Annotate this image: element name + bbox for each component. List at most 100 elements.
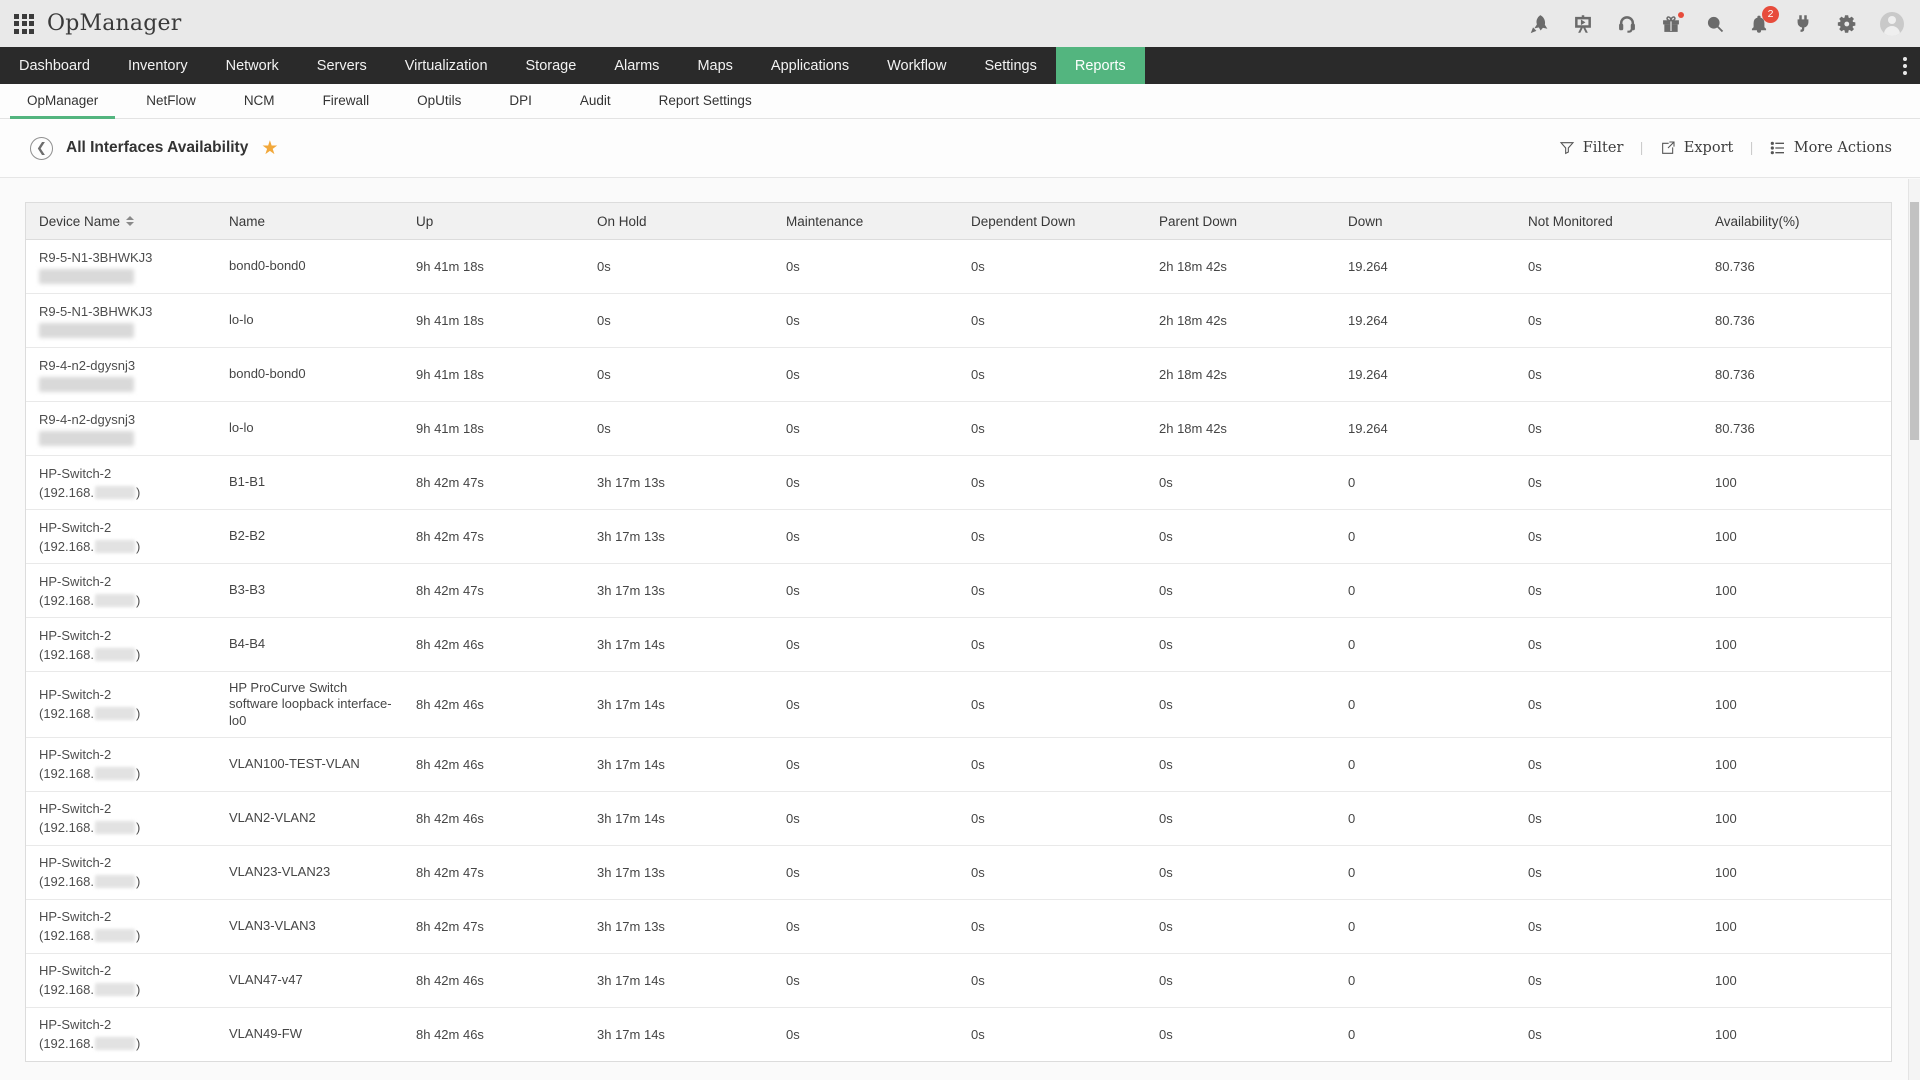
cell-value: 0	[1348, 697, 1355, 712]
device-name-cell: HP-Switch-2(192.168.)	[26, 1008, 216, 1061]
cell-value: 0s	[1528, 475, 1542, 490]
column-header-down[interactable]: Down	[1335, 203, 1515, 239]
ip-suffix: )	[136, 874, 140, 889]
whats-new-gift-icon[interactable]	[1660, 13, 1682, 35]
cell-value: 8h 42m 46s	[416, 811, 484, 826]
table-row[interactable]: HP-Switch-2(192.168.)VLAN49-FW8h 42m 46s…	[26, 1008, 1891, 1061]
device-name-cell: HP-Switch-2(192.168.)	[26, 564, 216, 617]
sort-arrows-icon[interactable]	[126, 216, 134, 226]
ip-suffix: )	[136, 766, 140, 781]
device-name-cell: HP-Switch-2(192.168.)	[26, 954, 216, 1007]
interfaces-availability-table: Device NameNameUpOn HoldMaintenanceDepen…	[25, 202, 1892, 1062]
table-row[interactable]: R9-5-N1-3BHWKJ3bond0-bond09h 41m 18s0s0s…	[26, 240, 1891, 294]
column-header-name[interactable]: Name	[216, 203, 403, 239]
device-ip: (192.168.)	[39, 766, 140, 781]
more-actions-button[interactable]: More Actions	[1770, 140, 1892, 156]
training-presentation-icon[interactable]	[1572, 13, 1594, 35]
column-label: Down	[1348, 214, 1383, 229]
support-headset-icon[interactable]	[1616, 13, 1638, 35]
nav-overflow-kebab-icon[interactable]	[1894, 47, 1916, 84]
subnav-tab-report-settings[interactable]: Report Settings	[642, 84, 769, 119]
search-icon[interactable]	[1704, 13, 1726, 35]
column-header-availability-[interactable]: Availability(%)	[1702, 203, 1891, 239]
table-row[interactable]: HP-Switch-2(192.168.)B4-B48h 42m 46s3h 1…	[26, 618, 1891, 672]
table-row[interactable]: HP-Switch-2(192.168.)HP ProCurve Switch …	[26, 672, 1891, 738]
cell-value: 0s	[971, 475, 985, 490]
subnav-tab-netflow[interactable]: NetFlow	[129, 84, 213, 119]
subnav-tab-audit[interactable]: Audit	[563, 84, 628, 119]
subnav-tab-firewall[interactable]: Firewall	[306, 84, 387, 119]
column-header-dependent-down[interactable]: Dependent Down	[958, 203, 1146, 239]
device-name: R9-5-N1-3BHWKJ3	[39, 304, 152, 319]
user-avatar[interactable]	[1880, 12, 1904, 36]
settings-gear-icon[interactable]	[1836, 13, 1858, 35]
cell-value: B1-B1	[229, 474, 265, 490]
table-row[interactable]: R9-4-n2-dgysnj3lo-lo9h 41m 18s0s0s0s2h 1…	[26, 402, 1891, 456]
table-row[interactable]: HP-Switch-2(192.168.)VLAN23-VLAN238h 42m…	[26, 846, 1891, 900]
cell-down: 19.264	[1335, 348, 1515, 401]
cell-value: VLAN3-VLAN3	[229, 918, 316, 934]
subnav-tab-oputils[interactable]: OpUtils	[400, 84, 478, 119]
column-header-on-hold[interactable]: On Hold	[584, 203, 773, 239]
cell-dependent-down: 0s	[958, 792, 1146, 845]
device-ip: (192.168.)	[39, 1036, 140, 1051]
table-row[interactable]: HP-Switch-2(192.168.)VLAN100-TEST-VLAN8h…	[26, 738, 1891, 792]
app-grid-icon[interactable]	[14, 14, 34, 34]
subnav-tab-ncm[interactable]: NCM	[227, 84, 292, 119]
cell-parent-down: 0s	[1146, 792, 1335, 845]
column-header-not-monitored[interactable]: Not Monitored	[1515, 203, 1702, 239]
device-ip: (192.168.)	[39, 485, 140, 500]
nav-tab-applications[interactable]: Applications	[752, 47, 868, 84]
cell-parent-down: 0s	[1146, 954, 1335, 1007]
nav-tab-reports[interactable]: Reports	[1056, 47, 1145, 84]
cell-parent-down: 0s	[1146, 510, 1335, 563]
device-name: R9-4-n2-dgysnj3	[39, 358, 135, 373]
cell-dependent-down: 0s	[958, 348, 1146, 401]
scrollbar-thumb[interactable]	[1910, 202, 1919, 440]
ip-prefix: (192.168.	[39, 766, 94, 781]
table-row[interactable]: R9-5-N1-3BHWKJ3lo-lo9h 41m 18s0s0s0s2h 1…	[26, 294, 1891, 348]
filter-button[interactable]: Filter	[1559, 140, 1624, 156]
cell-availability: 100	[1702, 456, 1891, 509]
notifications-bell-icon[interactable]: 2	[1748, 13, 1770, 35]
table-row[interactable]: HP-Switch-2(192.168.)B1-B18h 42m 47s3h 1…	[26, 456, 1891, 510]
table-row[interactable]: HP-Switch-2(192.168.)VLAN2-VLAN28h 42m 4…	[26, 792, 1891, 846]
favorite-star-icon[interactable]: ★	[261, 139, 278, 158]
cell-not-monitored: 0s	[1515, 900, 1702, 953]
cell-value: 0s	[597, 313, 611, 328]
cell-up: 8h 42m 46s	[403, 792, 584, 845]
subnav-tab-dpi[interactable]: DPI	[492, 84, 549, 119]
nav-tab-settings[interactable]: Settings	[965, 47, 1055, 84]
vertical-scrollbar[interactable]	[1908, 179, 1920, 1080]
cell-dependent-down: 0s	[958, 564, 1146, 617]
table-row[interactable]: HP-Switch-2(192.168.)B2-B28h 42m 47s3h 1…	[26, 510, 1891, 564]
nav-tab-workflow[interactable]: Workflow	[868, 47, 965, 84]
cell-on-hold: 3h 17m 14s	[584, 792, 773, 845]
nav-tab-storage[interactable]: Storage	[507, 47, 596, 84]
nav-tab-servers[interactable]: Servers	[298, 47, 386, 84]
export-button[interactable]: Export	[1660, 140, 1734, 156]
nav-tab-network[interactable]: Network	[207, 47, 298, 84]
device-ip: (192.168.)	[39, 982, 140, 997]
cell-value: 80.736	[1715, 313, 1755, 328]
column-header-up[interactable]: Up	[403, 203, 584, 239]
table-row[interactable]: HP-Switch-2(192.168.)B3-B38h 42m 47s3h 1…	[26, 564, 1891, 618]
plugin-plug-icon[interactable]	[1792, 13, 1814, 35]
nav-tab-maps[interactable]: Maps	[678, 47, 751, 84]
getting-started-rocket-icon[interactable]	[1528, 13, 1550, 35]
nav-tab-inventory[interactable]: Inventory	[109, 47, 207, 84]
table-row[interactable]: R9-4-n2-dgysnj3bond0-bond09h 41m 18s0s0s…	[26, 348, 1891, 402]
nav-tab-dashboard[interactable]: Dashboard	[0, 47, 109, 84]
table-row[interactable]: HP-Switch-2(192.168.)VLAN3-VLAN38h 42m 4…	[26, 900, 1891, 954]
nav-tab-virtualization[interactable]: Virtualization	[386, 47, 507, 84]
subnav-tab-opmanager[interactable]: OpManager	[10, 84, 115, 119]
column-header-device-name[interactable]: Device Name	[26, 203, 216, 239]
more-actions-list-icon	[1770, 140, 1786, 156]
nav-tab-alarms[interactable]: Alarms	[595, 47, 678, 84]
column-header-maintenance[interactable]: Maintenance	[773, 203, 958, 239]
table-row[interactable]: HP-Switch-2(192.168.)VLAN47-v478h 42m 46…	[26, 954, 1891, 1008]
cell-value: 0s	[786, 421, 800, 436]
column-header-parent-down[interactable]: Parent Down	[1146, 203, 1335, 239]
back-button[interactable]: ❮	[30, 137, 53, 160]
ip-suffix: )	[136, 593, 140, 608]
